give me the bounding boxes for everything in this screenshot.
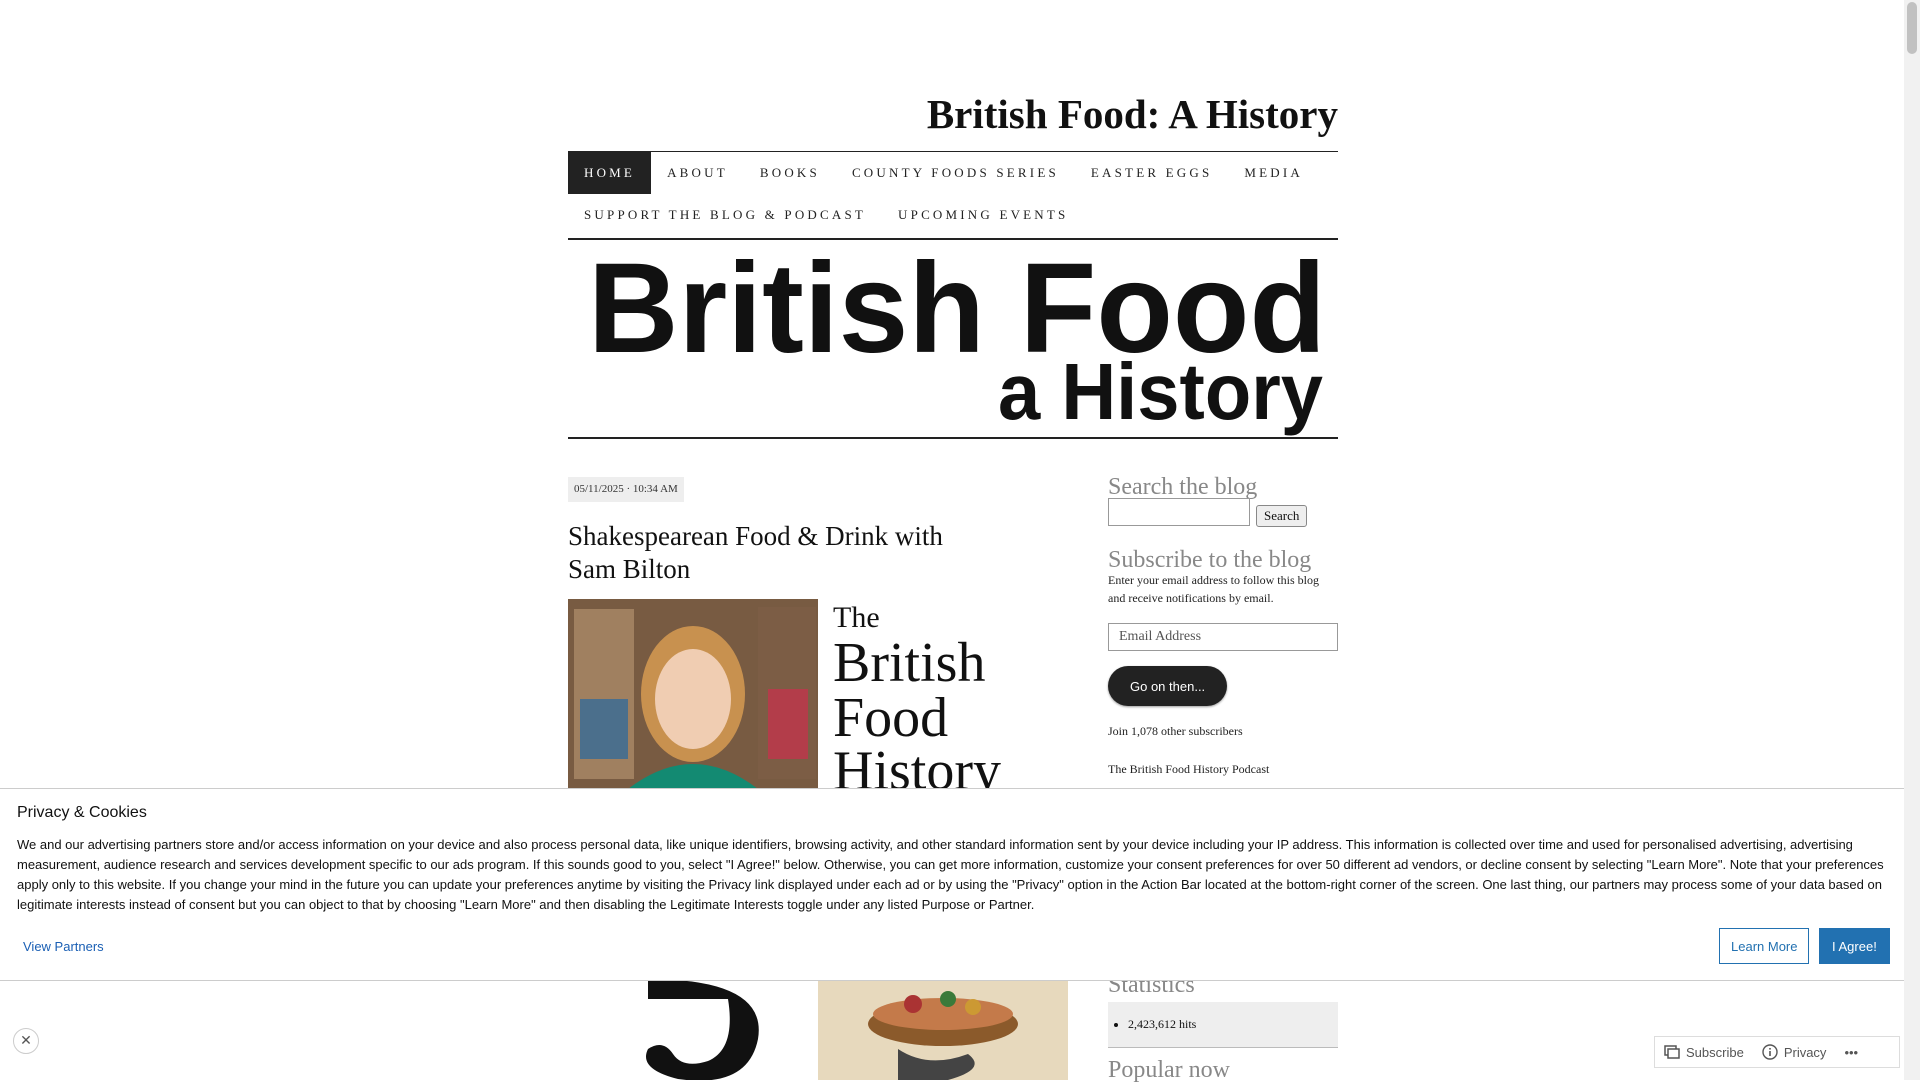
scrollbar[interactable] bbox=[1904, 0, 1920, 1080]
subscriber-count: Join 1,078 other subscribers bbox=[1108, 724, 1243, 738]
post-date[interactable]: 05/11/2025 · 10:34 AM bbox=[568, 477, 684, 502]
subscribe-submit-button[interactable]: Go on then... bbox=[1108, 666, 1228, 706]
post-title[interactable]: Shakespearean Food & Drink with Sam Bilt… bbox=[568, 520, 988, 586]
learn-more-button[interactable]: Learn More bbox=[1719, 928, 1810, 964]
cookie-title: Privacy & Cookies bbox=[17, 804, 147, 821]
subscribe-icon bbox=[1664, 1045, 1680, 1059]
artwork-text-the: The bbox=[833, 601, 880, 634]
action-bar-subscribe-label: Subscribe bbox=[1686, 1044, 1744, 1060]
action-bar-privacy-label: Privacy bbox=[1783, 1044, 1827, 1060]
subscribe-heading: Subscribe to the blog bbox=[1108, 547, 1312, 573]
site-title[interactable]: British Food: A History bbox=[927, 90, 1338, 138]
post-title-line2: Sam Bilton bbox=[568, 554, 691, 584]
email-field[interactable]: Email Address bbox=[1108, 623, 1338, 651]
hits-count: 2,423,612 hits bbox=[1128, 1002, 1338, 1047]
header-banner[interactable]: British Food a History bbox=[568, 237, 1338, 439]
cookie-consent-banner: Privacy & Cookies We and our advertising… bbox=[0, 788, 1904, 981]
search-input[interactable] bbox=[1108, 498, 1250, 526]
privacy-info-icon bbox=[1762, 1044, 1778, 1060]
banner-line2: a History bbox=[998, 347, 1323, 436]
agree-button[interactable]: I Agree! bbox=[1819, 928, 1890, 964]
podcast-link[interactable]: The British Food History Podcast bbox=[1108, 760, 1269, 778]
search-button[interactable]: Search bbox=[1256, 505, 1308, 527]
search-heading: Search the blog bbox=[1108, 474, 1258, 500]
post-title-line1: Shakespearean Food & Drink with bbox=[568, 521, 943, 551]
nav-item-upcoming-events[interactable]: UPCOMING EVENTS bbox=[882, 194, 1084, 236]
nav-item-about[interactable]: ABOUT bbox=[651, 152, 744, 194]
subscribe-text-line1: Enter your email address to follow this … bbox=[1108, 573, 1319, 587]
artwork-text-british: British bbox=[833, 632, 985, 694]
subscribe-text: Enter your email address to follow this … bbox=[1108, 571, 1319, 607]
main-navigation: HOME ABOUT BOOKS COUNTY FOODS SERIES EAS… bbox=[568, 151, 1338, 240]
close-icon[interactable]: ✕ bbox=[13, 1028, 39, 1054]
nav-item-easter-eggs[interactable]: EASTER EGGS bbox=[1075, 152, 1229, 194]
nav-item-media[interactable]: MEDIA bbox=[1228, 152, 1319, 194]
nav-row-1: HOME ABOUT BOOKS COUNTY FOODS SERIES EAS… bbox=[568, 152, 1319, 194]
nav-item-books[interactable]: BOOKS bbox=[744, 152, 836, 194]
subscribe-text-line2: and receive notifications by email. bbox=[1108, 591, 1274, 605]
view-partners-link[interactable]: View Partners bbox=[23, 939, 104, 954]
nav-item-support[interactable]: SUPPORT THE BLOG & PODCAST bbox=[568, 194, 882, 236]
cookie-body-text: We and our advertising partners store an… bbox=[17, 837, 1884, 912]
action-bar-privacy[interactable]: Privacy bbox=[1753, 1044, 1836, 1060]
nav-item-county-foods-series[interactable]: COUNTY FOODS SERIES bbox=[836, 152, 1075, 194]
scrollbar-thumb[interactable] bbox=[1907, 2, 1917, 54]
action-bar: Subscribe Privacy ••• bbox=[1654, 1036, 1900, 1068]
action-bar-subscribe[interactable]: Subscribe bbox=[1655, 1045, 1753, 1060]
statistics-box: 2,423,612 hits bbox=[1108, 1002, 1338, 1048]
nav-row-2: SUPPORT THE BLOG & PODCAST UPCOMING EVEN… bbox=[568, 194, 1084, 236]
banner-logo: British Food a History bbox=[588, 237, 1326, 436]
nav-item-home[interactable]: HOME bbox=[568, 152, 652, 194]
more-icon[interactable]: ••• bbox=[1835, 1045, 1867, 1060]
